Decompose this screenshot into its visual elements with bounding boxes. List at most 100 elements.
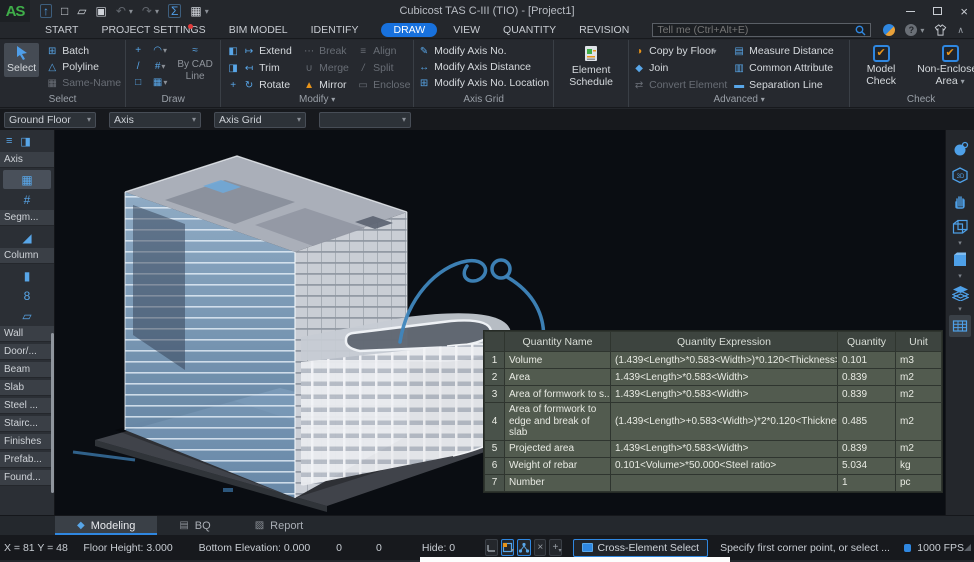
rotate-button[interactable]: ↻Rotate: [243, 77, 299, 93]
tab-bim-model[interactable]: BIM MODEL: [229, 24, 288, 36]
common-attribute-button[interactable]: ▥Common Attribute: [733, 60, 845, 76]
col-quantity-name[interactable]: Quantity Name: [505, 332, 611, 352]
theme-shirt-icon[interactable]: [934, 24, 947, 36]
table-row[interactable]: 7 Number 1 pc: [485, 474, 942, 491]
panel-toggle-icon[interactable]: ◨: [20, 135, 30, 148]
convert-element-button[interactable]: ⇄Convert Element: [633, 77, 729, 93]
sidebar-group-beam[interactable]: Beam: [0, 362, 54, 378]
sidebar-group-door[interactable]: Door/...: [0, 344, 54, 360]
maximize-button[interactable]: [933, 7, 942, 15]
table-row[interactable]: 2 Area 1.439<Length>*0.583<Width> 0.839 …: [485, 369, 942, 386]
table-row[interactable]: 5 Projected area 1.439<Length>*0.583<Wid…: [485, 440, 942, 457]
undo-caret-icon[interactable]: ▾: [129, 7, 133, 16]
layers-button[interactable]: [949, 282, 971, 304]
tab-identify[interactable]: IDENTIFY: [311, 24, 359, 36]
sidebar-group-finishes[interactable]: Finishes: [0, 434, 54, 450]
open-file-icon[interactable]: ▱: [77, 5, 86, 17]
mirror-button[interactable]: ▲Mirror: [303, 77, 353, 93]
list-view-icon[interactable]: ≡: [6, 135, 12, 147]
sidebar-group-slab[interactable]: Slab: [0, 380, 54, 396]
draw-line-button[interactable]: /: [130, 59, 146, 74]
tool-structural-column[interactable]: ▱: [0, 306, 54, 325]
tab-start[interactable]: START: [45, 24, 78, 36]
polyline-button[interactable]: △Polyline: [46, 59, 121, 75]
col-unit[interactable]: Unit: [896, 332, 942, 352]
extend-button[interactable]: ↦Extend: [243, 43, 299, 59]
sidebar-group-column[interactable]: Column: [0, 248, 54, 264]
measure-distance-button[interactable]: ▤Measure Distance: [733, 43, 845, 59]
copy-button[interactable]: ◨: [225, 61, 241, 76]
floor-caret-icon[interactable]: ▾: [958, 306, 962, 313]
tellme-searchbox[interactable]: [652, 23, 871, 37]
tab-project-settings[interactable]: PROJECT SETTINGS: [101, 24, 205, 36]
copy-by-floor-button[interactable]: ◑Copy by Floor▾: [633, 43, 729, 59]
draw-point-button[interactable]: +: [130, 43, 146, 58]
element-select[interactable]: Axis Grid▾: [214, 112, 306, 128]
tab-revision[interactable]: REVISION: [579, 24, 629, 36]
trim-button[interactable]: ↤Trim: [243, 60, 299, 76]
extra-select[interactable]: ▾: [319, 112, 411, 128]
by-cad-line-button[interactable]: By CAD Line: [174, 59, 216, 82]
non-enclosed-area-button[interactable]: ✔ Non-Enclosed Area ▾: [912, 43, 974, 89]
qat-more-icon[interactable]: ▾: [205, 7, 209, 16]
modify-axis-no-button[interactable]: ✎Modify Axis No.: [418, 43, 549, 59]
same-name-button[interactable]: ▦Same-Name: [46, 75, 121, 91]
col-quantity[interactable]: Quantity: [838, 332, 896, 352]
tool-secondary-axis[interactable]: #: [0, 190, 54, 209]
tool-column[interactable]: ▮: [0, 266, 54, 285]
offset-button[interactable]: ◧: [225, 44, 241, 59]
tab-view[interactable]: VIEW: [453, 24, 480, 36]
split-button[interactable]: /Split: [357, 60, 409, 76]
select-button[interactable]: Select: [4, 43, 39, 77]
draw-arc-button[interactable]: ◠▾: [152, 43, 168, 58]
tab-modeling[interactable]: ◆ Modeling: [55, 516, 157, 535]
enclose-button[interactable]: ▭Enclose: [357, 77, 409, 93]
model-check-button[interactable]: ✔ Model Check: [858, 43, 904, 89]
modify-axis-distance-button[interactable]: ↔Modify Axis Distance: [418, 59, 549, 75]
rect-select-button[interactable]: ▾: [501, 539, 514, 556]
minimize-button[interactable]: [906, 11, 915, 12]
move-button[interactable]: +: [225, 78, 241, 93]
help-icon[interactable]: ?: [905, 24, 917, 36]
sidebar-scrollbar[interactable]: [51, 333, 54, 493]
add-selection-button[interactable]: +▾: [549, 539, 561, 556]
ortho-mode-button[interactable]: [485, 539, 498, 556]
tab-draw[interactable]: DRAW: [381, 23, 437, 37]
community-icon[interactable]: [883, 24, 895, 36]
shading-caret-icon[interactable]: ▾: [958, 240, 962, 247]
element-schedule-button[interactable]: Element Schedule: [558, 43, 624, 90]
tab-bq[interactable]: ▤ BQ: [157, 516, 232, 535]
batch-button[interactable]: ⊞Batch: [46, 43, 121, 59]
save-icon[interactable]: ▣: [95, 5, 106, 17]
collapse-ribbon-icon[interactable]: ∧: [957, 25, 964, 36]
undo-icon[interactable]: ↶: [116, 5, 126, 17]
col-quantity-expression[interactable]: Quantity Expression: [611, 332, 838, 352]
group-label-advanced[interactable]: Advanced ▾: [633, 94, 845, 107]
sum-icon[interactable]: Σ: [168, 4, 181, 18]
pan-button[interactable]: [949, 190, 971, 212]
table-row[interactable]: 4 Area of formwork to edge and break of …: [485, 403, 942, 441]
resize-grip[interactable]: [964, 544, 971, 551]
merge-button[interactable]: ∪Merge: [303, 60, 353, 76]
group-label-modify[interactable]: Modify ▾: [225, 94, 409, 107]
table-row[interactable]: 3 Area of formwork to s... 1.439<Length>…: [485, 386, 942, 403]
help-caret-icon[interactable]: ▾: [920, 26, 924, 35]
cross-element-select-button[interactable]: Cross-Element Select: [573, 539, 709, 557]
floor-grid-button[interactable]: [949, 315, 971, 337]
align-button[interactable]: ≡Align: [357, 43, 409, 59]
draw-grid-button[interactable]: ▦▾: [152, 75, 168, 90]
table-row[interactable]: 6 Weight of rebar 0.101<Volume>*50.000<S…: [485, 457, 942, 474]
sidebar-group-staircase[interactable]: Stairc...: [0, 416, 54, 432]
draw-node-button[interactable]: ≈: [187, 43, 203, 58]
tab-report[interactable]: ▨ Report: [233, 516, 325, 535]
deselect-button[interactable]: ×: [534, 539, 546, 556]
sidebar-group-prefab[interactable]: Prefab...: [0, 452, 54, 468]
break-button[interactable]: ⋯Break: [303, 43, 353, 59]
sidebar-group-steel[interactable]: Steel ...: [0, 398, 54, 414]
floor-select[interactable]: Ground Floor▾: [4, 112, 96, 128]
shaded-view-button[interactable]: [949, 249, 971, 271]
close-button[interactable]: ×: [960, 5, 968, 18]
draw-rect-button[interactable]: □: [130, 75, 146, 90]
app-logo[interactable]: AS: [0, 0, 30, 22]
search-input[interactable]: [657, 24, 855, 36]
